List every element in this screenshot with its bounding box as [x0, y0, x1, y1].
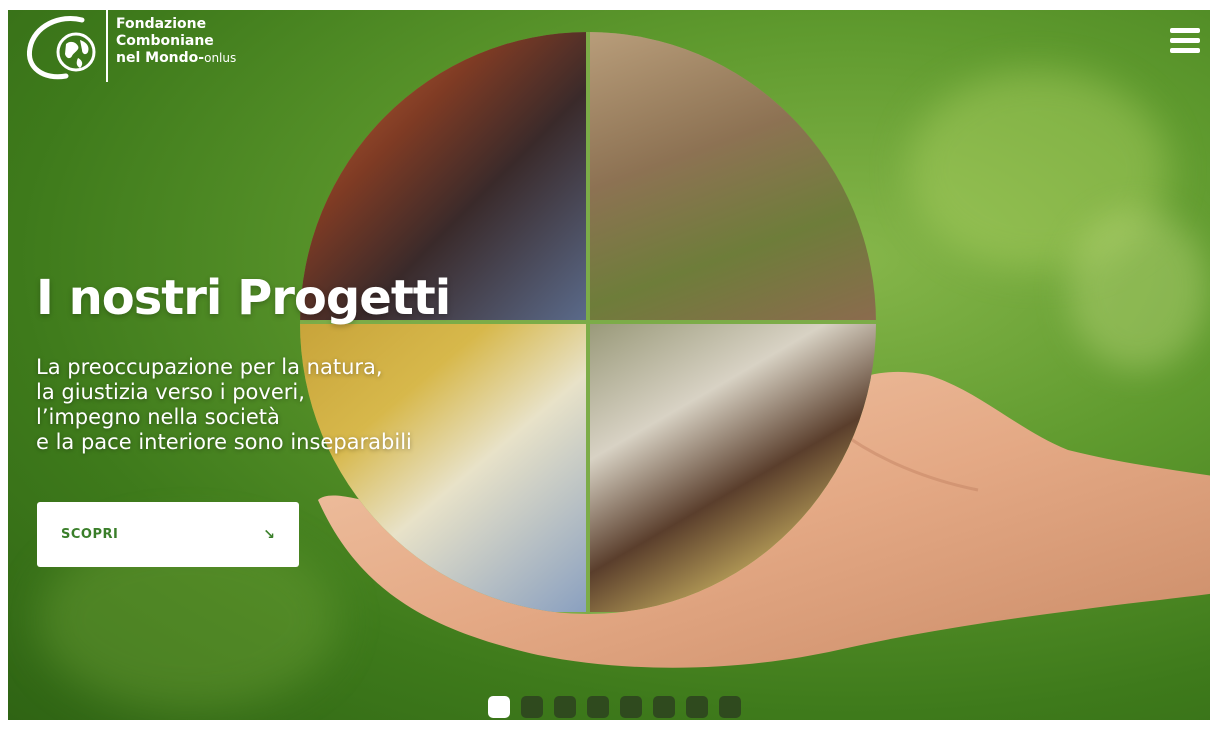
slider-dot-3[interactable] — [554, 696, 576, 718]
hero-description-line: La preoccupazione per la natura, — [36, 355, 383, 379]
slider-dot-8[interactable] — [719, 696, 741, 718]
globe-logo-icon — [26, 16, 96, 80]
hero-description-line: la giustizia verso i poveri, — [36, 380, 305, 404]
hamburger-menu-icon[interactable] — [1170, 28, 1200, 54]
menu-bar — [1170, 48, 1200, 53]
slider-dot-5[interactable] — [620, 696, 642, 718]
logo-line-3: nel Mondo-onlus — [116, 50, 236, 67]
arrow-down-right-icon: ↘ — [263, 526, 275, 543]
logo-line-3-bold: nel Mondo- — [116, 50, 205, 66]
background-bokeh — [1068, 210, 1208, 370]
scopri-button[interactable]: SCOPRI ↘ — [37, 502, 299, 567]
slider-dot-6[interactable] — [653, 696, 675, 718]
logo-line-1: Fondazione — [116, 16, 207, 32]
menu-bar — [1170, 28, 1200, 33]
hero-title: I nostri Progetti — [36, 270, 451, 326]
photo-tree-planting — [590, 32, 876, 320]
logo-divider — [106, 10, 108, 82]
hero-slider: Fondazione Comboniane nel Mondo-onlus I … — [8, 10, 1210, 720]
logo-text: Fondazione Comboniane nel Mondo-onlus — [116, 16, 236, 67]
menu-bar — [1170, 38, 1200, 43]
slider-dot-7[interactable] — [686, 696, 708, 718]
hero-description-line: e la pace interiore sono inseparabili — [36, 430, 412, 454]
scopri-button-label: SCOPRI — [61, 527, 119, 542]
slider-dot-2[interactable] — [521, 696, 543, 718]
slider-dot-4[interactable] — [587, 696, 609, 718]
logo-line-2: Comboniane — [116, 33, 214, 49]
hero-description: La preoccupazione per la natura, la gius… — [36, 355, 596, 455]
logo-line-3-thin: onlus — [204, 51, 237, 65]
slider-dot-1[interactable] — [488, 696, 510, 718]
photo-medical-visit — [590, 324, 876, 612]
hero-description-line: l’impegno nella società — [36, 405, 280, 429]
slider-pagination — [488, 696, 741, 718]
site-logo[interactable]: Fondazione Comboniane nel Mondo-onlus — [20, 10, 280, 82]
